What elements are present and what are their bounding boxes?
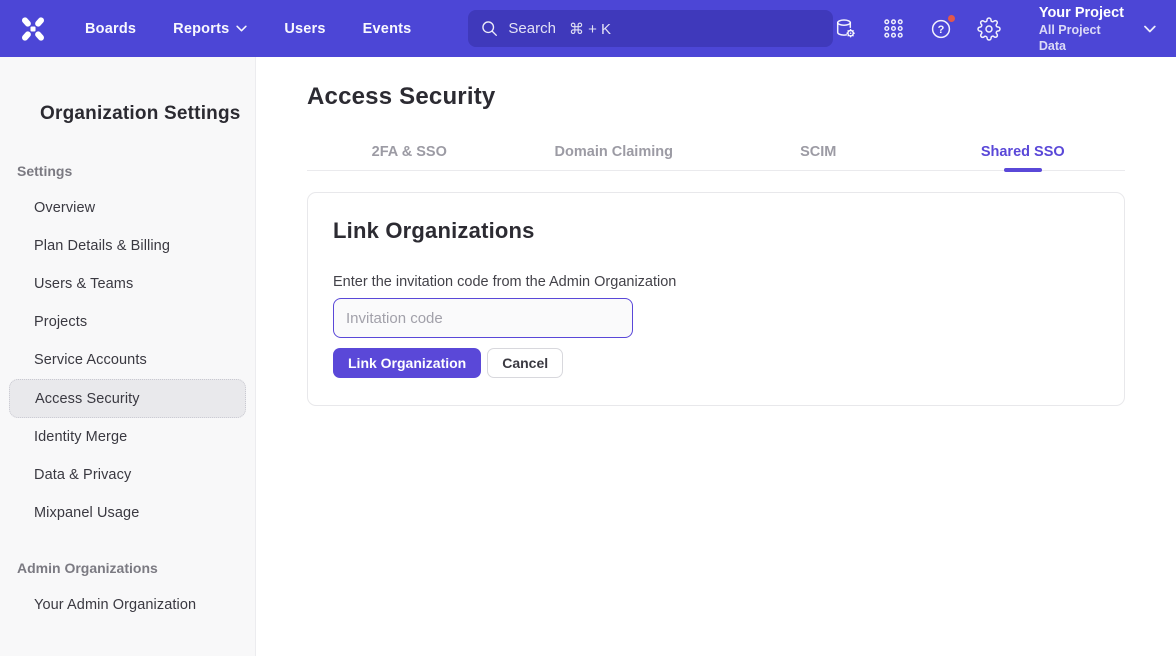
settings-gear-icon bbox=[977, 17, 1001, 41]
search-input[interactable]: Search ⌘ + K bbox=[468, 10, 832, 47]
sidebar-item-users-teams[interactable]: Users & Teams bbox=[0, 265, 255, 303]
apps-grid-icon bbox=[882, 17, 905, 40]
project-name: Your Project bbox=[1039, 4, 1129, 22]
sidebar-admin-items: Your Admin Organization bbox=[0, 586, 255, 624]
invitation-code-input[interactable] bbox=[333, 298, 633, 338]
link-organizations-card: Link Organizations Enter the invitation … bbox=[307, 192, 1125, 406]
main-content: Access Security 2FA & SSO Domain Claimin… bbox=[256, 57, 1176, 656]
card-title: Link Organizations bbox=[333, 218, 1099, 244]
card-actions: Link Organization Cancel bbox=[333, 348, 1099, 378]
sidebar-item-identity-merge[interactable]: Identity Merge bbox=[0, 418, 255, 456]
sidebar-item-your-admin-organization[interactable]: Your Admin Organization bbox=[0, 586, 255, 624]
project-subtitle: All Project Data bbox=[1039, 22, 1129, 54]
mixpanel-logo-icon bbox=[18, 14, 48, 44]
primary-nav: Boards Reports Users Events bbox=[85, 21, 411, 37]
tab-domain-claiming[interactable]: Domain Claiming bbox=[512, 127, 717, 170]
search-icon bbox=[481, 20, 498, 37]
project-selector-text: Your Project All Project Data bbox=[1039, 4, 1129, 54]
chevron-down-icon bbox=[236, 25, 247, 32]
sidebar-item-plan-details-billing[interactable]: Plan Details & Billing bbox=[0, 227, 255, 265]
project-selector[interactable]: Your Project All Project Data bbox=[1039, 4, 1156, 54]
data-management-button[interactable] bbox=[833, 15, 859, 42]
link-organization-button[interactable]: Link Organization bbox=[333, 348, 481, 378]
sidebar-item-data-privacy[interactable]: Data & Privacy bbox=[0, 456, 255, 494]
nav-item-boards[interactable]: Boards bbox=[85, 21, 136, 37]
sidebar-item-projects[interactable]: Projects bbox=[0, 303, 255, 341]
sidebar-section-settings: Settings bbox=[17, 163, 255, 179]
settings-button[interactable] bbox=[975, 15, 1001, 42]
sidebar-item-access-security[interactable]: Access Security bbox=[9, 379, 246, 418]
search-shortcut-hint: ⌘ + K bbox=[569, 20, 611, 38]
nav-item-reports-label: Reports bbox=[173, 21, 229, 37]
data-management-icon bbox=[834, 17, 858, 41]
sidebar-item-overview[interactable]: Overview bbox=[0, 189, 255, 227]
tab-scim[interactable]: SCIM bbox=[716, 127, 921, 170]
svg-text:?: ? bbox=[938, 24, 945, 36]
invitation-code-label: Enter the invitation code from the Admin… bbox=[333, 274, 1099, 290]
search-placeholder: Search bbox=[508, 20, 556, 37]
chevron-down-icon bbox=[1144, 25, 1156, 33]
apps-grid-button[interactable] bbox=[880, 15, 906, 42]
notification-dot bbox=[946, 13, 957, 24]
tab-bar: 2FA & SSO Domain Claiming SCIM Shared SS… bbox=[307, 127, 1125, 171]
nav-item-users[interactable]: Users bbox=[284, 21, 325, 37]
sidebar-title: Organization Settings bbox=[40, 103, 255, 125]
help-button[interactable]: ? bbox=[928, 15, 954, 42]
sidebar-settings-items: Overview Plan Details & Billing Users & … bbox=[0, 189, 255, 532]
nav-item-events[interactable]: Events bbox=[363, 21, 412, 37]
page-title: Access Security bbox=[307, 83, 1125, 111]
tab-2fa-sso[interactable]: 2FA & SSO bbox=[307, 127, 512, 170]
settings-sidebar: Organization Settings Settings Overview … bbox=[0, 57, 256, 656]
mixpanel-logo[interactable] bbox=[18, 14, 48, 44]
sidebar-item-service-accounts[interactable]: Service Accounts bbox=[0, 341, 255, 379]
nav-item-reports[interactable]: Reports bbox=[173, 21, 247, 37]
top-nav-bar: Boards Reports Users Events Search ⌘ + K bbox=[0, 0, 1176, 57]
topbar-actions: ? Your Project All Project Data bbox=[833, 4, 1156, 54]
sidebar-item-mixpanel-usage[interactable]: Mixpanel Usage bbox=[0, 494, 255, 532]
cancel-button[interactable]: Cancel bbox=[487, 348, 563, 378]
sidebar-section-admin-organizations: Admin Organizations bbox=[17, 560, 255, 576]
tab-shared-sso[interactable]: Shared SSO bbox=[921, 127, 1126, 170]
